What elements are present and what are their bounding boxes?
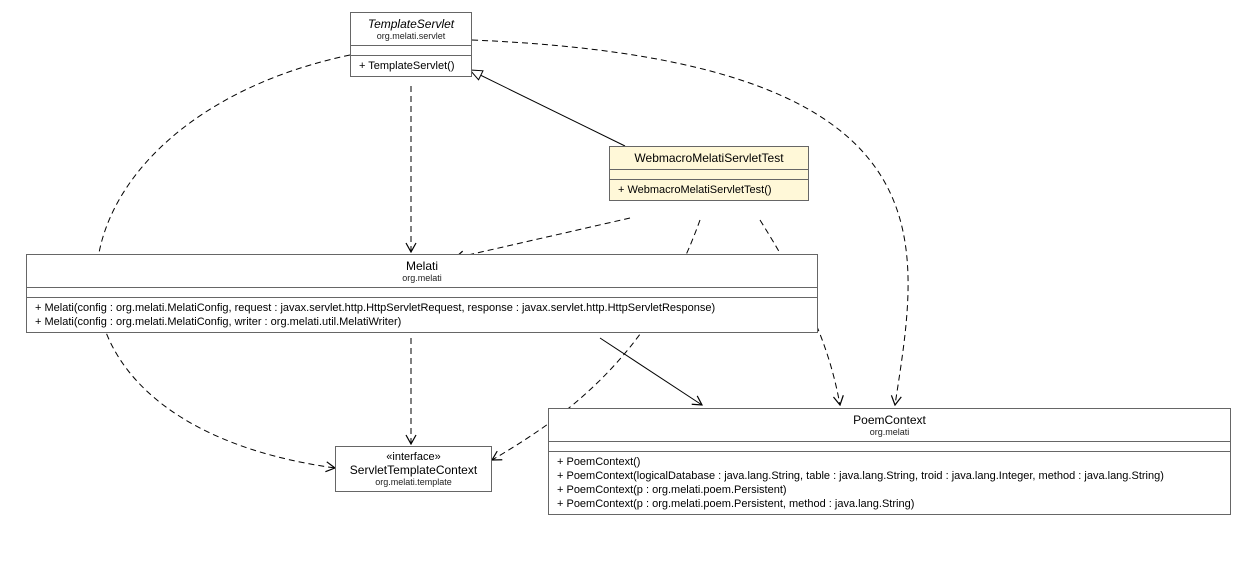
attr-compartment — [351, 46, 471, 56]
op-compartment: + TemplateServlet() — [351, 56, 471, 76]
class-package: org.melati — [557, 427, 1222, 437]
class-poemcontext: PoemContext org.melati + PoemContext() +… — [548, 408, 1231, 515]
op-compartment: + Melati(config : org.melati.MelatiConfi… — [27, 298, 817, 332]
class-header: TemplateServlet org.melati.servlet — [351, 13, 471, 46]
class-header: «interface» ServletTemplateContext org.m… — [336, 447, 491, 491]
attr-compartment — [610, 170, 808, 180]
class-header: PoemContext org.melati — [549, 409, 1230, 442]
class-servlet-template-context: «interface» ServletTemplateContext org.m… — [335, 446, 492, 492]
attr-compartment — [27, 288, 817, 298]
operation: + Melati(config : org.melati.MelatiConfi… — [35, 315, 809, 329]
operation: + PoemContext(logicalDatabase : java.lan… — [557, 469, 1222, 483]
class-name: Melati — [35, 259, 809, 273]
operation: + PoemContext(p : org.melati.poem.Persis… — [557, 497, 1222, 511]
class-name: WebmacroMelatiServletTest — [618, 151, 800, 165]
attr-compartment — [549, 442, 1230, 452]
operation: + PoemContext() — [557, 455, 1222, 469]
class-package: org.melati.servlet — [359, 31, 463, 41]
class-melati: Melati org.melati + Melati(config : org.… — [26, 254, 818, 333]
class-package: org.melati — [35, 273, 809, 283]
op-compartment: + WebmacroMelatiServletTest() — [610, 180, 808, 200]
class-name: TemplateServlet — [359, 17, 463, 31]
class-templateservlet: TemplateServlet org.melati.servlet + Tem… — [350, 12, 472, 77]
operation: + PoemContext(p : org.melati.poem.Persis… — [557, 483, 1222, 497]
class-header: Melati org.melati — [27, 255, 817, 288]
class-name: PoemContext — [557, 413, 1222, 427]
class-name: ServletTemplateContext — [344, 463, 483, 477]
operation: + Melati(config : org.melati.MelatiConfi… — [35, 301, 809, 315]
class-stereotype: «interface» — [344, 451, 483, 463]
class-header: WebmacroMelatiServletTest — [610, 147, 808, 170]
op-compartment: + PoemContext() + PoemContext(logicalDat… — [549, 452, 1230, 514]
operation: + WebmacroMelatiServletTest() — [618, 183, 800, 197]
class-package: org.melati.template — [344, 477, 483, 487]
operation: + TemplateServlet() — [359, 59, 463, 73]
class-webmacro-servlet-test: WebmacroMelatiServletTest + WebmacroMela… — [609, 146, 809, 201]
uml-class-diagram: TemplateServlet org.melati.servlet + Tem… — [0, 0, 1244, 568]
